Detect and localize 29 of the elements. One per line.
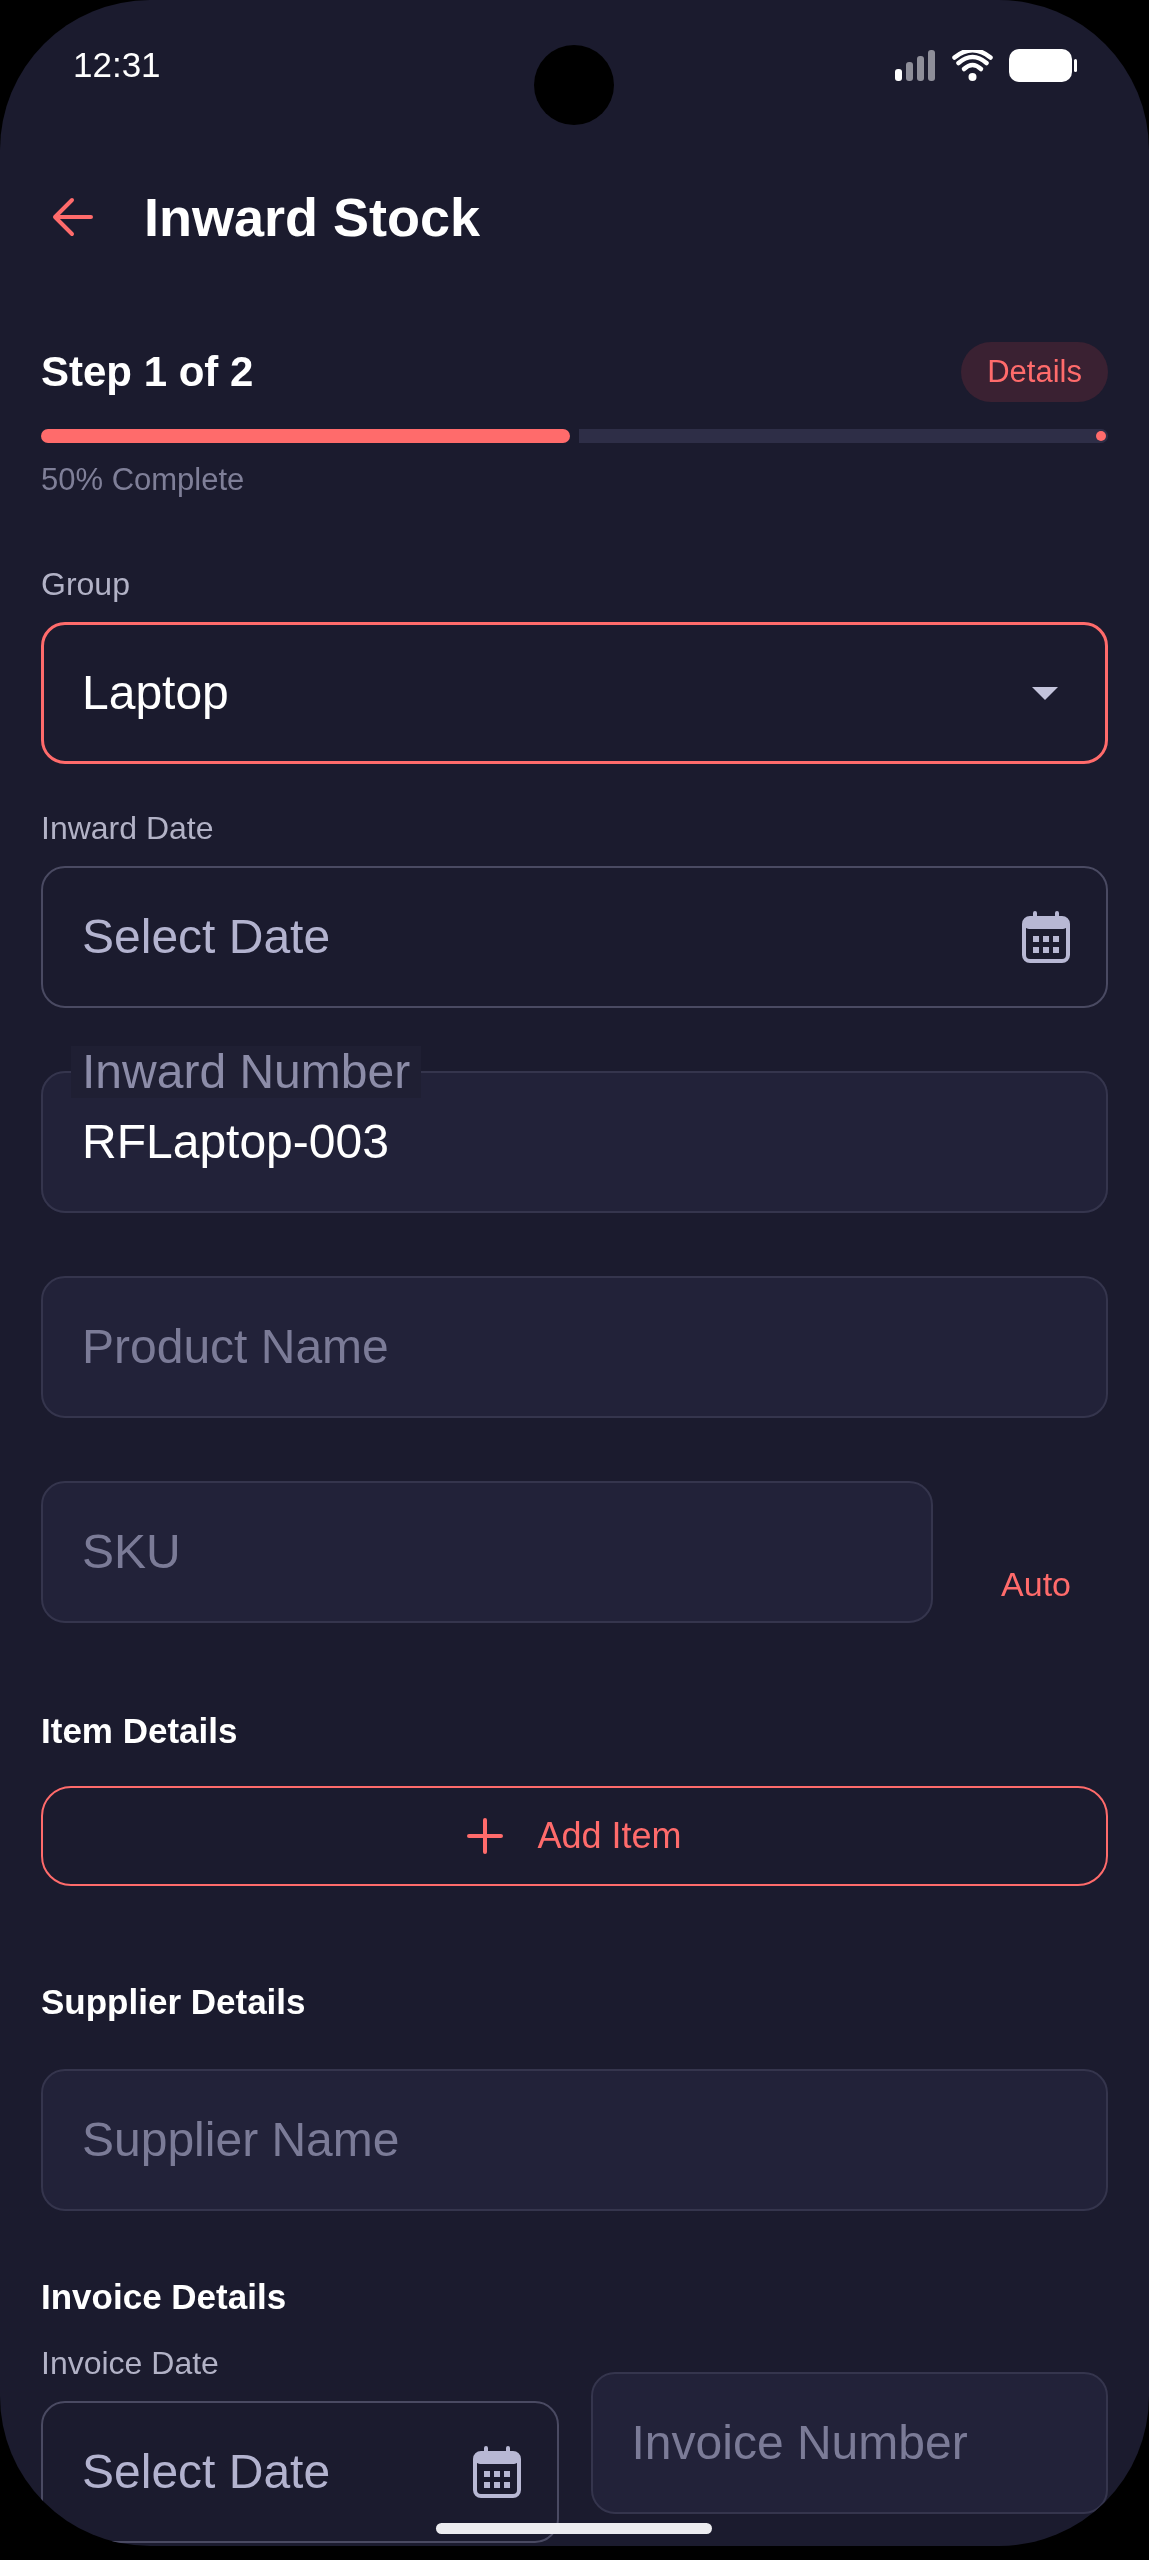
- status-time: 12:31: [73, 45, 161, 85]
- step-title: Step 1 of 2: [41, 347, 254, 397]
- field-label: Invoice Date: [41, 2344, 219, 2383]
- field-label: Inward Date: [41, 809, 214, 848]
- dropdown-field[interactable]: Laptop: [41, 622, 1108, 764]
- step-badge: Details: [961, 342, 1108, 402]
- text-field[interactable]: Inward Number RFLaptop-003: [41, 1046, 1108, 1213]
- calendar-icon: [472, 2446, 521, 2498]
- progress-caption: 50% Complete: [41, 462, 245, 498]
- caret-icon: [1032, 686, 1058, 700]
- signal-icon: [894, 49, 936, 81]
- text-field[interactable]: SKU: [41, 1481, 934, 1623]
- plus-icon: [467, 1818, 504, 1854]
- text-field[interactable]: Product Name: [41, 1276, 1108, 1418]
- field-label: Group: [41, 565, 130, 604]
- add-item-button[interactable]: Add Item: [41, 1786, 1108, 1886]
- section-heading: Item Details: [41, 1710, 238, 1752]
- page-title: Inward Stock: [144, 186, 481, 249]
- date-field[interactable]: Select Date: [41, 866, 1108, 1008]
- text-field[interactable]: Supplier Name: [41, 2069, 1108, 2211]
- progress-end-dot-icon: [1096, 431, 1106, 441]
- text-field[interactable]: Invoice Number: [590, 2372, 1108, 2514]
- calendar-icon: [1022, 911, 1070, 963]
- wifi-icon: [952, 49, 993, 81]
- section-heading: Invoice Details: [41, 2276, 287, 2318]
- section-heading: Supplier Details: [41, 1981, 306, 2023]
- back-arrow-icon[interactable]: [51, 196, 93, 238]
- battery-icon: [1009, 48, 1077, 82]
- auto-link[interactable]: Auto: [1001, 1564, 1071, 1604]
